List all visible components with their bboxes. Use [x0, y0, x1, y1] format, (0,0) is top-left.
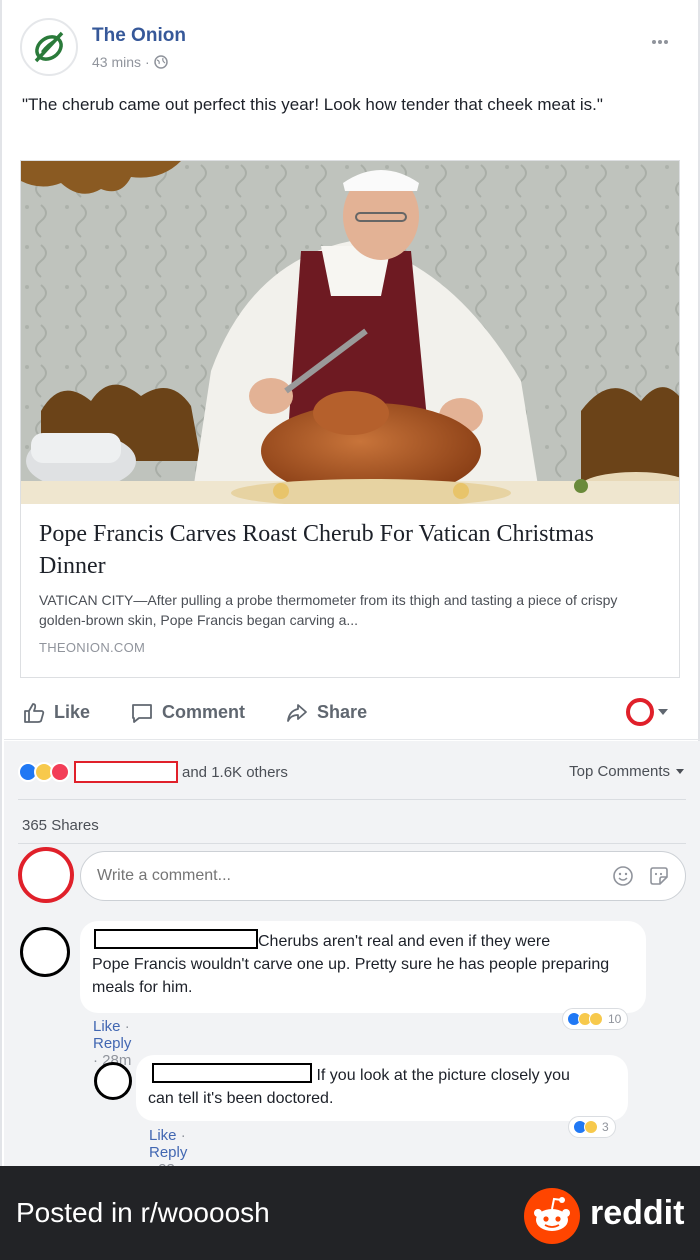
article-domain: THEONION.COM — [39, 640, 146, 655]
action-bar: Like Comment Share — [4, 686, 700, 740]
redacted-name-box — [94, 929, 258, 949]
more-icon[interactable] — [652, 40, 672, 46]
chevron-down-icon — [658, 709, 668, 715]
onion-logo-icon[interactable] — [20, 18, 78, 76]
share-icon — [287, 703, 307, 722]
reaction-count: 3 — [602, 1120, 609, 1134]
comment-label: Comment — [162, 702, 246, 722]
like-label: Like — [54, 702, 91, 722]
post-text: "The cherub came out perfect this year! … — [22, 95, 603, 114]
red-circle-mark — [626, 698, 654, 726]
comment-text-first: If you look at the picture closely you — [316, 1067, 570, 1084]
comment-reactions[interactable]: 3 — [568, 1116, 616, 1138]
share-button[interactable]: Share — [285, 701, 367, 725]
reddit-wordmark: reddit — [590, 1194, 685, 1232]
composer-icons — [612, 865, 670, 887]
post-header: The Onion 43 mins · — [20, 18, 680, 78]
share-count[interactable]: 365 Shares — [22, 817, 99, 834]
facebook-post-card: The Onion 43 mins · "The cherub came out… — [0, 0, 700, 1178]
comment-text-rest: can tell it's been doctored. — [148, 1090, 334, 1107]
article-summary: VATICAN CITY—After pulling a probe therm… — [39, 592, 618, 628]
link-body[interactable]: Pope Francis Carves Roast Cherub For Vat… — [21, 504, 679, 677]
comment-button[interactable]: Comment — [130, 701, 245, 725]
comment-like-link[interactable]: Like — [93, 1018, 121, 1035]
comment-like-link[interactable]: Like — [149, 1127, 177, 1144]
post-time[interactable]: 43 mins — [92, 54, 141, 70]
reactors-text[interactable]: and 1.6K others — [182, 764, 288, 781]
avatar[interactable] — [20, 927, 70, 977]
comment-sort-dropdown[interactable]: Top Comments — [569, 763, 684, 780]
article-headline[interactable]: Pope Francis Carves Roast Cherub For Vat… — [39, 518, 661, 582]
reaction-count: 10 — [608, 1012, 622, 1026]
comment-icon — [132, 703, 152, 723]
comment-bubble: If you look at the picture closely you c… — [136, 1055, 628, 1121]
reddit-footer: Posted in r/woooosh reddit — [0, 1166, 700, 1260]
redacted-name-box — [152, 1063, 312, 1083]
sort-label: Top Comments — [569, 763, 670, 780]
link-preview[interactable]: Pope Francis Carves Roast Cherub For Vat… — [20, 160, 680, 678]
comment-reactions[interactable]: 10 — [562, 1008, 629, 1030]
like-button[interactable]: Like — [22, 701, 90, 725]
comments-section: and 1.6K others Top Comments 365 Shares — [4, 741, 700, 1178]
comment-reply-link[interactable]: Reply — [93, 1035, 131, 1052]
meta-separator: · — [145, 54, 150, 70]
haha-reaction-icon — [584, 1120, 598, 1134]
reddit-alien-icon — [524, 1188, 580, 1244]
avatar[interactable] — [94, 1062, 132, 1100]
like-icon — [24, 702, 45, 723]
article-photo[interactable] — [21, 161, 679, 504]
redacted-name-box — [74, 761, 178, 783]
sticker-icon[interactable] — [648, 865, 670, 887]
share-label: Share — [317, 702, 368, 722]
divider — [18, 799, 686, 800]
comment-text-rest: Pope Francis wouldn't carve one up. Pret… — [92, 956, 610, 996]
avatar[interactable] — [18, 847, 74, 903]
comment-input[interactable] — [80, 851, 686, 901]
comment-text-first: Cherubs aren't real and even if they wer… — [258, 933, 551, 950]
comment-bubble: Cherubs aren't real and even if they wer… — [80, 921, 646, 1013]
audience-selector[interactable] — [626, 698, 668, 726]
divider — [18, 843, 686, 844]
love-reaction-icon — [50, 762, 70, 782]
wow-reaction-icon — [589, 1012, 603, 1026]
post-meta: 43 mins · — [92, 54, 168, 70]
page-name[interactable]: The Onion — [92, 25, 186, 47]
globe-icon — [153, 55, 168, 69]
subreddit-caption[interactable]: Posted in r/woooosh — [16, 1197, 270, 1229]
comment-reply-link[interactable]: Reply — [149, 1144, 187, 1161]
chevron-down-icon — [676, 769, 684, 774]
emoji-icon[interactable] — [612, 865, 634, 887]
